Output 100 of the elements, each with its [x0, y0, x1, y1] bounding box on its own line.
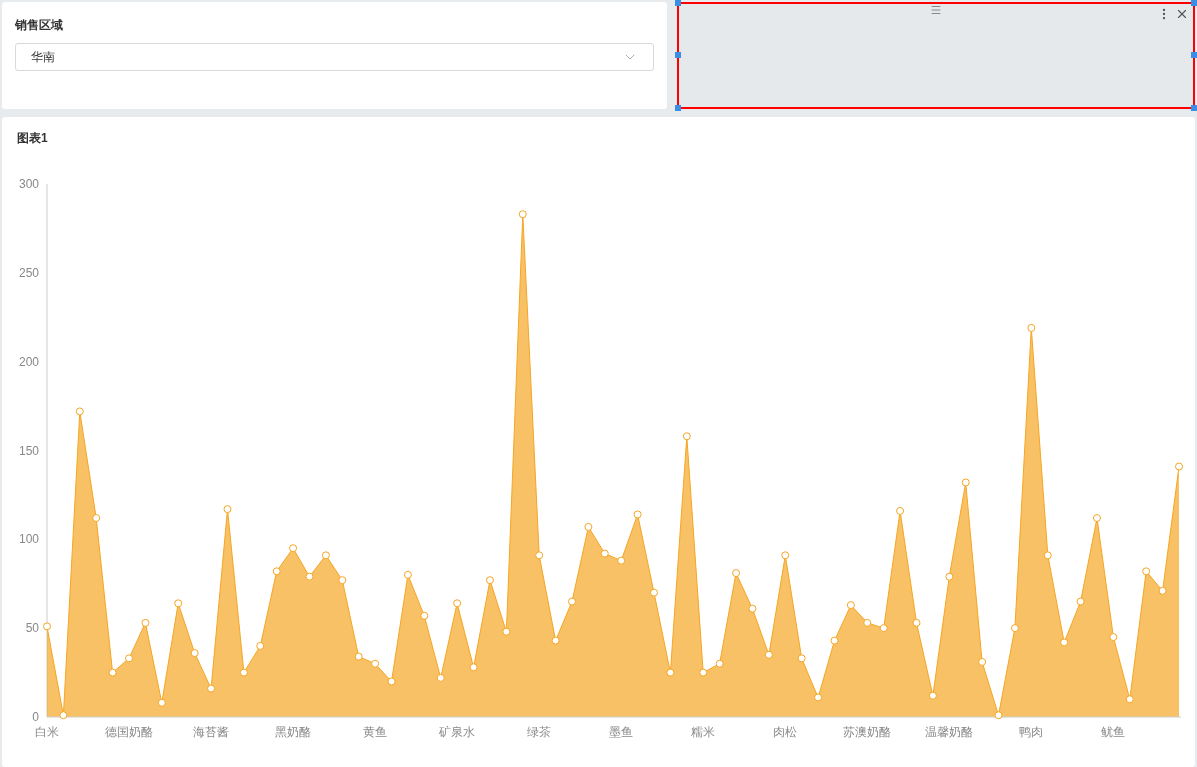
data-point — [453, 599, 462, 608]
data-point — [403, 570, 412, 579]
data-point — [912, 618, 921, 627]
x-tick-label: 黄鱼 — [363, 725, 388, 739]
dropdown-value: 华南 — [31, 49, 55, 66]
x-tick-label: 苏澳奶酪 — [843, 725, 892, 739]
data-point — [239, 668, 248, 677]
x-tick-label: 肉松 — [773, 725, 798, 739]
data-point — [387, 677, 396, 686]
data-point — [1125, 695, 1134, 704]
data-point — [584, 522, 593, 531]
y-tick-label: 100 — [18, 532, 39, 547]
data-point — [748, 604, 757, 613]
x-tick-label: 糯米 — [691, 725, 716, 739]
data-point — [469, 663, 478, 672]
data-point — [43, 622, 51, 631]
data-point — [650, 588, 658, 597]
data-point — [830, 636, 839, 645]
data-point — [617, 556, 626, 565]
data-point — [1109, 633, 1118, 642]
y-tick-label: 0 — [32, 710, 39, 724]
data-point — [846, 601, 855, 610]
data-point — [797, 654, 806, 663]
data-point — [715, 659, 724, 668]
data-point — [502, 627, 511, 636]
data-point — [289, 544, 298, 553]
data-point — [863, 618, 872, 627]
data-point — [896, 506, 905, 515]
x-tick-label: 墨鱼 — [609, 725, 634, 739]
data-point — [928, 691, 937, 700]
data-point — [125, 654, 134, 663]
data-point — [1043, 551, 1052, 560]
data-point — [321, 551, 330, 560]
data-point — [1027, 323, 1036, 332]
data-point — [568, 597, 576, 606]
resize-handle[interactable] — [1191, 0, 1197, 6]
data-point — [1142, 567, 1151, 576]
region-dropdown[interactable]: 华南 — [15, 43, 654, 71]
data-point — [305, 572, 314, 581]
resize-handle[interactable] — [675, 0, 681, 6]
data-point — [338, 576, 347, 585]
data-point — [633, 510, 642, 519]
data-point — [157, 698, 166, 707]
data-point — [961, 478, 970, 487]
data-point — [600, 549, 609, 558]
data-point — [699, 668, 708, 677]
data-point — [190, 649, 199, 658]
data-point — [485, 576, 494, 585]
resize-handle[interactable] — [1191, 52, 1197, 58]
resize-handle[interactable] — [1191, 105, 1197, 111]
filter-label: 销售区域 — [15, 17, 64, 34]
y-tick-label: 250 — [18, 265, 39, 280]
data-point — [764, 650, 773, 659]
x-tick-label: 白米 — [35, 725, 59, 739]
data-point — [420, 611, 429, 620]
resize-handle[interactable] — [675, 52, 681, 58]
data-point — [1158, 586, 1167, 595]
x-tick-label: 绿茶 — [527, 725, 552, 739]
data-point — [354, 652, 363, 661]
x-tick-label: 鱿鱼 — [1101, 725, 1126, 739]
resize-handle[interactable] — [675, 105, 681, 111]
data-point — [1175, 462, 1183, 471]
data-point — [781, 551, 790, 560]
data-point — [108, 668, 117, 677]
data-point — [371, 659, 380, 668]
data-point — [75, 407, 84, 416]
x-tick-label: 黑奶酪 — [275, 725, 312, 739]
data-point — [272, 567, 281, 576]
chart-title: 图表1 — [16, 130, 49, 147]
close-icon[interactable] — [1175, 7, 1189, 21]
data-point — [879, 624, 888, 633]
data-point — [551, 636, 560, 645]
data-point — [732, 569, 741, 578]
data-point — [535, 551, 544, 560]
y-tick-label: 300 — [18, 177, 39, 191]
data-point — [174, 599, 183, 608]
data-point — [814, 693, 823, 702]
data-point — [1092, 514, 1101, 522]
x-tick-label: 矿泉水 — [439, 725, 476, 739]
data-point — [436, 673, 445, 682]
data-point — [682, 432, 691, 441]
x-tick-label: 温馨奶酪 — [925, 725, 974, 739]
x-tick-label: 鸭肉 — [1019, 725, 1044, 739]
y-tick-label: 150 — [18, 443, 39, 458]
data-point — [518, 210, 527, 219]
data-point — [207, 684, 216, 693]
data-point — [59, 711, 68, 720]
x-tick-label: 海苔酱 — [193, 725, 230, 739]
data-point — [256, 641, 265, 650]
y-tick-label: 200 — [18, 354, 39, 369]
data-point — [978, 657, 987, 666]
data-point — [994, 711, 1003, 720]
data-point — [1010, 624, 1019, 633]
data-point — [945, 572, 954, 581]
data-point — [1060, 638, 1069, 647]
data-point — [223, 505, 232, 514]
empty-panel[interactable] — [677, 2, 1195, 109]
x-tick-label: 德国奶酪 — [105, 725, 154, 739]
y-tick-label: 50 — [25, 621, 39, 636]
drag-handle-icon[interactable] — [930, 4, 942, 16]
